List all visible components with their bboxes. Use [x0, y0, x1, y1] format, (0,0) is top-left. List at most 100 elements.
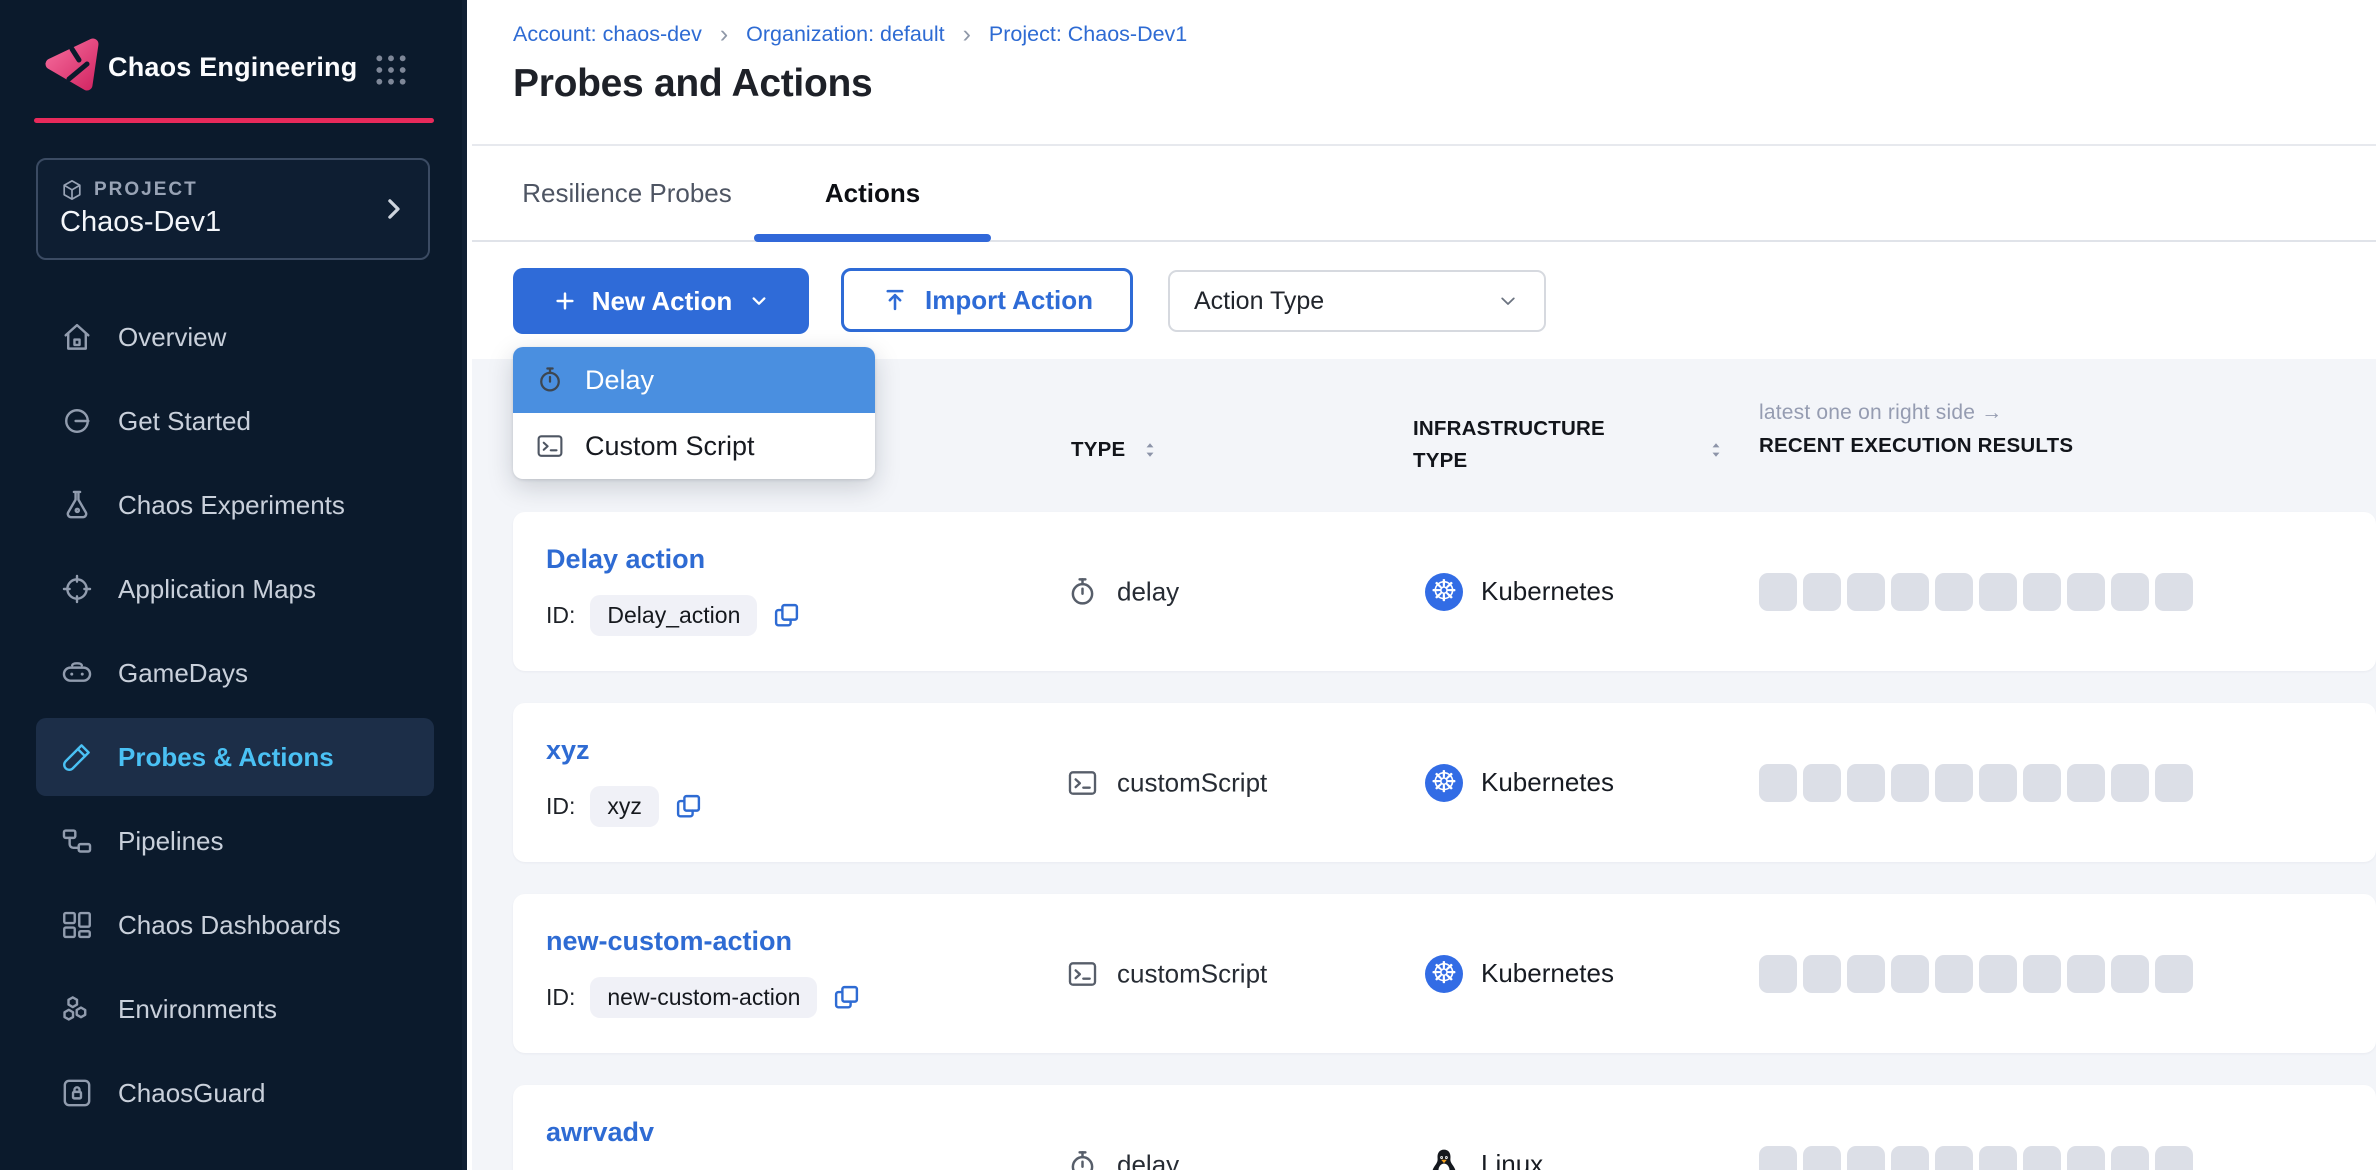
sidebar-item-pipelines[interactable]: Pipelines — [36, 802, 434, 880]
column-header-type: TYPE — [1071, 438, 1161, 462]
type-value: delay — [1117, 576, 1179, 607]
nav-item-label: Probes & Actions — [118, 742, 334, 773]
infrastructure-value: Kubernetes — [1481, 958, 1614, 989]
breadcrumb-link-account[interactable]: Account: chaos-dev — [513, 22, 702, 47]
execution-result-placeholder — [2111, 764, 2149, 802]
sidebar-item-gamedays[interactable]: GameDays — [36, 634, 434, 712]
tab-actions[interactable]: Actions — [754, 146, 991, 240]
nav-item-icon — [60, 656, 94, 690]
execution-result-placeholder — [1935, 1146, 1973, 1170]
copy-icon[interactable] — [674, 792, 703, 821]
infrastructure-icon — [1425, 1146, 1463, 1170]
tab-actions-label: Actions — [825, 178, 920, 209]
latest-hint: latest one on right side → — [1759, 401, 2073, 425]
execution-result-placeholder — [2067, 955, 2105, 993]
execution-result-placeholder — [1979, 573, 2017, 611]
execution-result-placeholder — [1759, 764, 1797, 802]
nav-item-label: Chaos Experiments — [118, 490, 345, 521]
tab-resilience-probes[interactable]: Resilience Probes — [519, 146, 735, 240]
execution-result-placeholder — [1979, 1146, 2017, 1170]
execution-result-placeholder — [2155, 1146, 2193, 1170]
execution-result-placeholder — [1891, 1146, 1929, 1170]
menu-item-icon — [535, 365, 565, 395]
sidebar-item-environments[interactable]: Environments — [36, 970, 434, 1048]
action-id-chip: new-custom-action — [590, 977, 817, 1018]
menu-item-icon — [535, 431, 565, 461]
project-selector[interactable]: PROJECT Chaos-Dev1 — [36, 158, 430, 260]
nav-item-label: GameDays — [118, 658, 248, 689]
execution-result-placeholder — [1803, 573, 1841, 611]
sidebar-item-chaos-dashboards[interactable]: Chaos Dashboards — [36, 886, 434, 964]
id-label: ID: — [546, 793, 575, 820]
action-row: xyz ID: xyz customScript ☸ Kubernetes — [513, 703, 2376, 862]
infrastructure-icon: ☸ — [1425, 764, 1463, 802]
chevron-down-icon — [748, 290, 770, 312]
execution-result-placeholder — [1803, 955, 1841, 993]
breadcrumb: Account: chaos-dev›Organization: default… — [513, 22, 1187, 47]
new-action-label: New Action — [592, 286, 733, 317]
nav-item-icon — [60, 488, 94, 522]
copy-icon[interactable] — [772, 601, 801, 630]
menu-item-label: Custom Script — [585, 431, 755, 462]
project-selector-header: PROJECT — [60, 178, 198, 202]
app-switcher-grid-icon[interactable] — [371, 50, 411, 90]
execution-result-placeholder — [1759, 955, 1797, 993]
action-name-link[interactable]: new-custom-action — [546, 926, 792, 957]
copy-icon[interactable] — [832, 983, 861, 1012]
execution-result-placeholder — [1891, 955, 1929, 993]
action-type-cell: delay — [1066, 575, 1179, 608]
sidebar-item-get-started[interactable]: Get Started — [36, 382, 434, 460]
column-header-infrastructure-type: INFRASTRUCTURE TYPE — [1413, 413, 1643, 477]
infrastructure-cell: ☸ Kubernetes — [1425, 764, 1614, 802]
sidebar: Chaos Engineering PROJECT Chaos-Dev1 Ove… — [0, 0, 467, 1170]
import-action-button[interactable]: Import Action — [841, 268, 1133, 332]
id-label: ID: — [546, 984, 575, 1011]
chevron-down-icon — [1496, 289, 1520, 313]
execution-result-placeholder — [2111, 955, 2149, 993]
nav-item-icon — [60, 992, 94, 1026]
type-value: customScript — [1117, 767, 1267, 798]
id-label: ID: — [546, 602, 575, 629]
recent-results-header-label: RECENT EXECUTION RESULTS — [1759, 434, 2073, 458]
execution-result-placeholder — [1935, 955, 1973, 993]
breadcrumb-link-organization[interactable]: Organization: default — [746, 22, 944, 47]
app-title: Chaos Engineering — [108, 52, 357, 83]
execution-result-placeholder — [2111, 573, 2149, 611]
sidebar-item-probes-actions[interactable]: Probes & Actions — [36, 718, 434, 796]
sidebar-item-overview[interactable]: Overview — [36, 298, 434, 376]
sort-icon[interactable] — [1705, 439, 1727, 461]
execution-result-placeholder — [1935, 764, 1973, 802]
execution-result-placeholder — [1935, 573, 1973, 611]
sidebar-item-application-maps[interactable]: Application Maps — [36, 550, 434, 628]
project-name: Chaos-Dev1 — [60, 206, 221, 239]
sort-icon[interactable] — [1139, 439, 1161, 461]
action-name-link[interactable]: awrvadv — [546, 1117, 654, 1148]
action-name-link[interactable]: Delay action — [546, 544, 705, 575]
active-tab-underline — [754, 234, 991, 242]
recent-execution-results-cell — [1759, 955, 2193, 993]
execution-result-placeholder — [2067, 573, 2105, 611]
nav-item-icon — [60, 824, 94, 858]
menu-item-custom-script[interactable]: Custom Script — [513, 413, 875, 479]
chaos-engineering-logo-icon — [42, 34, 106, 94]
infrastructure-cell: Linux — [1425, 1146, 1543, 1170]
infrastructure-cell: ☸ Kubernetes — [1425, 573, 1614, 611]
action-name-link[interactable]: xyz — [546, 735, 590, 766]
actions-table: TYPE INFRASTRUCTURE TYPE latest one on r… — [472, 359, 2376, 1170]
brand-divider — [34, 118, 434, 123]
sidebar-item-chaos-experiments[interactable]: Chaos Experiments — [36, 466, 434, 544]
nav-item-icon — [60, 320, 94, 354]
new-action-button[interactable]: New Action — [513, 268, 809, 334]
sidebar-nav: Overview Get Started Chaos Experiments A… — [36, 298, 434, 1138]
execution-result-placeholder — [1891, 764, 1929, 802]
execution-result-placeholder — [2023, 764, 2061, 802]
import-action-label: Import Action — [925, 285, 1093, 316]
breadcrumb-link-project[interactable]: Project: Chaos-Dev1 — [989, 22, 1187, 47]
recent-execution-results-cell — [1759, 764, 2193, 802]
menu-item-delay[interactable]: Delay — [513, 347, 875, 413]
sidebar-item-chaosguard[interactable]: ChaosGuard — [36, 1054, 434, 1132]
plus-icon — [552, 288, 578, 314]
execution-result-placeholder — [2023, 573, 2061, 611]
execution-result-placeholder — [2067, 764, 2105, 802]
action-type-select[interactable]: Action Type — [1168, 270, 1546, 332]
